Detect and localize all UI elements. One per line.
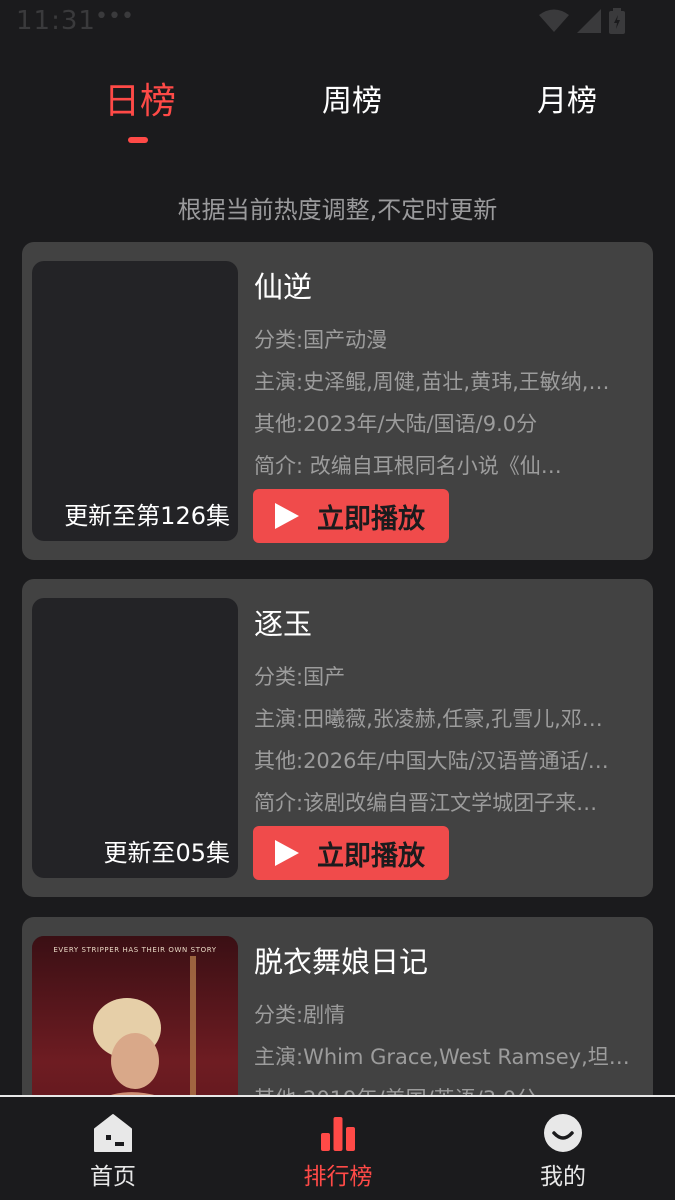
tab-active-indicator: [128, 137, 148, 143]
cellular-signal-icon: [577, 9, 601, 33]
nav-home[interactable]: 首页: [53, 1097, 173, 1200]
card-other: 其他:2023年/大陆/国语/9.0分: [254, 412, 538, 436]
ranking-card[interactable]: EVERY STRIPPER HAS THEIR OWN STORY 脱衣舞娘日…: [22, 917, 653, 1096]
card-category: 分类:国产: [254, 665, 346, 689]
nav-ranking-label: 排行榜: [303, 1164, 373, 1190]
play-now-label: 立即播放: [317, 503, 425, 535]
status-icons: [539, 8, 625, 34]
play-now-button[interactable]: 立即播放: [253, 489, 449, 543]
card-title[interactable]: 脱衣舞娘日记: [254, 939, 650, 981]
card-category: 分类:剧情: [254, 1003, 346, 1027]
card-cast: 主演:史泽鲲,周健,苗壮,黄玮,王敏纳,…: [254, 370, 610, 394]
card-intro: 简介:该剧改编自晋江文学城团子来…: [254, 791, 598, 815]
battery-icon: [609, 8, 625, 34]
wifi-icon: [539, 9, 569, 32]
ranking-icon: [321, 1117, 355, 1151]
home-icon: [94, 1114, 132, 1152]
nav-home-label: 首页: [90, 1164, 136, 1190]
nav-mine-label: 我的: [540, 1164, 586, 1190]
nav-ranking[interactable]: 排行榜: [278, 1097, 398, 1200]
profile-icon: [544, 1114, 582, 1152]
card-cast: 主演:田曦薇,张凌赫,任豪,孔雪儿,邓…: [254, 707, 603, 731]
ranking-card[interactable]: 更新至第126集 仙逆 分类:国产动漫 主演:史泽鲲,周健,苗壮,黄玮,王敏纳,…: [22, 242, 653, 560]
status-dots: •••: [95, 4, 134, 29]
play-icon: [275, 840, 299, 866]
ranking-card[interactable]: 更新至05集 逐玉 分类:国产 主演:田曦薇,张凌赫,任豪,孔雪儿,邓… 其他:…: [22, 579, 653, 897]
card-info: 逐玉 分类:国产 主演:田曦薇,张凌赫,任豪,孔雪儿,邓… 其他:2026年/中…: [254, 601, 650, 819]
tab-daily[interactable]: 日榜: [104, 72, 176, 124]
ranking-subtitle: 根据当前热度调整,不定时更新: [177, 196, 498, 224]
poster-figure-icon: [93, 956, 196, 1096]
bottom-navigation: 首页 排行榜 我的: [0, 1095, 675, 1200]
play-now-button[interactable]: 立即播放: [253, 826, 449, 880]
card-intro: 简介: 改编自耳根同名小说《仙…: [254, 454, 562, 478]
status-bar: 11:31 •••: [0, 0, 675, 44]
episode-badge: 更新至05集: [103, 839, 230, 867]
card-title[interactable]: 仙逆: [254, 264, 650, 306]
status-time: 11:31: [16, 6, 96, 36]
episode-badge: 更新至第126集: [64, 502, 230, 530]
card-title[interactable]: 逐玉: [254, 601, 650, 643]
card-info: 仙逆 分类:国产动漫 主演:史泽鲲,周健,苗壮,黄玮,王敏纳,… 其他:2023…: [254, 264, 650, 482]
ranking-tabs: 日榜 周榜 月榜: [0, 76, 675, 146]
play-icon: [275, 503, 299, 529]
card-category: 分类:国产动漫: [254, 328, 388, 352]
play-now-label: 立即播放: [317, 840, 425, 872]
tab-weekly[interactable]: 周榜: [322, 76, 382, 120]
tab-monthly[interactable]: 月榜: [537, 76, 597, 120]
poster-image[interactable]: EVERY STRIPPER HAS THEIR OWN STORY: [32, 936, 238, 1096]
poster-image[interactable]: 更新至第126集: [32, 261, 238, 541]
poster-tagline: EVERY STRIPPER HAS THEIR OWN STORY: [53, 946, 217, 954]
poster-image[interactable]: 更新至05集: [32, 598, 238, 878]
card-other: 其他:2026年/中国大陆/汉语普通话/…: [254, 749, 609, 773]
ranking-list[interactable]: 更新至第126集 仙逆 分类:国产动漫 主演:史泽鲲,周健,苗壮,黄玮,王敏纳,…: [22, 242, 653, 1096]
card-info: 脱衣舞娘日记 分类:剧情 主演:Whim Grace,West Ramsey,坦…: [254, 939, 650, 1096]
nav-mine[interactable]: 我的: [503, 1097, 623, 1200]
card-cast: 主演:Whim Grace,West Ramsey,坦…: [254, 1045, 630, 1069]
